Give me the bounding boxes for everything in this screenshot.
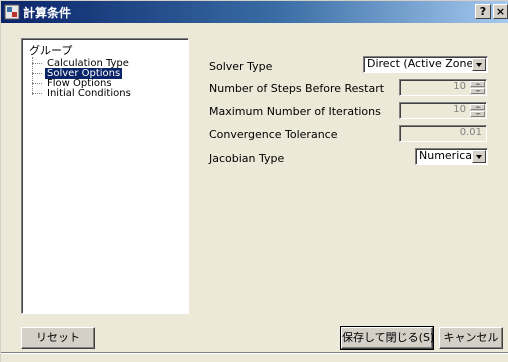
window-title: 計算条件 (23, 6, 72, 20)
help-button[interactable]: ? (475, 4, 491, 19)
max-iterations-stepper[interactable]: 10 (399, 102, 487, 119)
cancel-button[interactable]: キャンセル (439, 327, 503, 349)
jacobian-type-label: Jacobian Type (209, 152, 285, 165)
convergence-tolerance-value: 0.01 (459, 127, 482, 138)
tree-item-initial-conditions[interactable]: Initial Conditions (32, 89, 182, 99)
steps-before-restart-label: Number of Steps Before Restart (209, 82, 385, 95)
solver-type-value: Direct (Active Zone) (367, 57, 478, 70)
spin-down-icon[interactable] (470, 111, 485, 117)
tree-root-label: グループ (29, 44, 73, 57)
close-button[interactable]: × (493, 4, 508, 19)
spinner-arrows[interactable] (470, 104, 485, 117)
app-icon (4, 4, 20, 20)
jacobian-type-select[interactable]: Numerical (415, 148, 488, 165)
jacobian-type-value: Numerical (419, 149, 476, 162)
status-divider (1, 352, 508, 354)
group-tree[interactable]: グループ Calculation Type Solver Options Flo… (21, 38, 189, 314)
spin-up-icon[interactable] (470, 81, 485, 87)
tree-item-label: Initial Conditions (47, 88, 131, 99)
dialog-window: 計算条件 ? × グループ Calculation Type Solver Op… (0, 0, 508, 362)
spin-up-icon[interactable] (470, 104, 485, 110)
chevron-down-icon[interactable] (472, 150, 486, 163)
convergence-tolerance-field[interactable]: 0.01 (399, 125, 487, 142)
save-and-close-button[interactable]: 保存して閉じる(S) (340, 326, 434, 350)
max-iterations-value: 10 (453, 104, 466, 115)
spinner-arrows[interactable] (470, 81, 485, 94)
solver-type-label: Solver Type (209, 60, 273, 73)
title-bar[interactable]: 計算条件 ? × (1, 1, 508, 23)
steps-before-restart-stepper[interactable]: 10 (399, 79, 487, 96)
spin-down-icon[interactable] (470, 88, 485, 94)
convergence-tolerance-label: Convergence Tolerance (209, 128, 338, 141)
chevron-down-icon[interactable] (472, 58, 486, 71)
solver-type-select[interactable]: Direct (Active Zone) (363, 56, 488, 73)
steps-before-restart-value: 10 (453, 81, 466, 92)
reset-button[interactable]: リセット (21, 327, 95, 349)
max-iterations-label: Maximum Number of Iterations (209, 105, 381, 118)
